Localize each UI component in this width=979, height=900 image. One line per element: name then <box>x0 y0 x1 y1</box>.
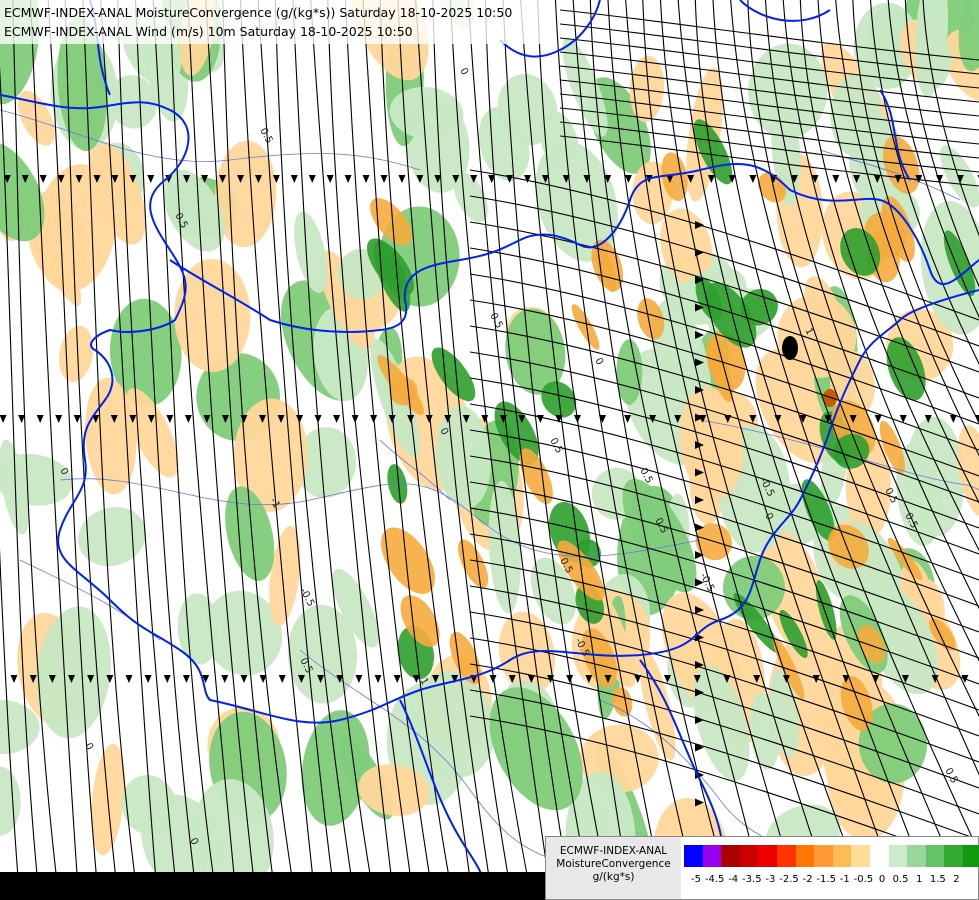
title-moisture: ECMWF-INDEX-ANAL MoistureConvergence (g/… <box>4 5 513 20</box>
title-wind: ECMWF-INDEX-ANAL Wind (m/s) 10m Saturday… <box>4 24 413 39</box>
legend-swatches <box>684 845 979 867</box>
legend-tick-label: -3 <box>765 874 776 885</box>
legend-swatch <box>814 845 833 867</box>
legend-variable: MoistureConvergence <box>556 858 671 870</box>
legend-swatch <box>795 845 815 867</box>
weather-map: 00.50.510.500.50-10.5-0.5 0.50-0.50.5-0.5… <box>0 0 979 900</box>
legend-tick-label: 2 <box>953 874 960 885</box>
legend-tick-label: -5 <box>691 874 701 885</box>
bottom-strip <box>0 872 545 900</box>
legend-swatch <box>925 845 945 867</box>
legend-tick-label: 0 <box>878 874 886 885</box>
legend-tick-label: -4 <box>728 874 739 885</box>
legend-swatch <box>776 845 796 867</box>
moisture-area <box>616 339 643 405</box>
color-legend: ECMWF-INDEX-ANAL MoistureConvergence g/(… <box>545 836 979 900</box>
map-title: ECMWF-INDEX-ANAL MoistureConvergence (g/… <box>0 0 547 44</box>
legend-model: ECMWF-INDEX-ANAL <box>559 845 668 857</box>
legend-swatch <box>869 845 889 867</box>
legend-swatch <box>851 845 870 867</box>
legend-swatch <box>684 845 703 867</box>
legend-tick-label: 1 <box>916 874 923 885</box>
legend-swatch <box>944 845 963 867</box>
legend-swatch <box>907 845 926 867</box>
legend-tick-label: -0.5 <box>853 874 874 885</box>
legend-swatch <box>832 845 852 867</box>
legend-tick-label: -1 <box>839 874 850 885</box>
legend-tick-label: -3.5 <box>742 874 762 885</box>
legend-swatch <box>702 845 722 867</box>
legend-tick-label: -2 <box>802 874 813 885</box>
legend-swatch <box>721 845 740 867</box>
legend-swatch <box>739 845 759 867</box>
legend-swatch <box>758 845 777 867</box>
legend-tick-label: -4.5 <box>704 874 725 885</box>
legend-label: ECMWF-INDEX-ANAL MoistureConvergence g/(… <box>546 837 681 899</box>
legend-tick-label: 0.5 <box>892 874 909 885</box>
legend-unit: g/(kg*s) <box>592 871 635 883</box>
legend-ticks: -5 -4.5 -4 -3.5 -3 -2.5 -2 -1.5 -1 -0.5 0 0.5 1 1.5 2 <box>691 874 976 888</box>
legend-swatch <box>962 845 979 867</box>
legend-tick-label: -1.5 <box>816 874 836 885</box>
legend-tick-label: -2.5 <box>779 874 799 885</box>
legend-swatch <box>888 845 908 867</box>
legend-tick-label: 1.5 <box>929 874 946 885</box>
